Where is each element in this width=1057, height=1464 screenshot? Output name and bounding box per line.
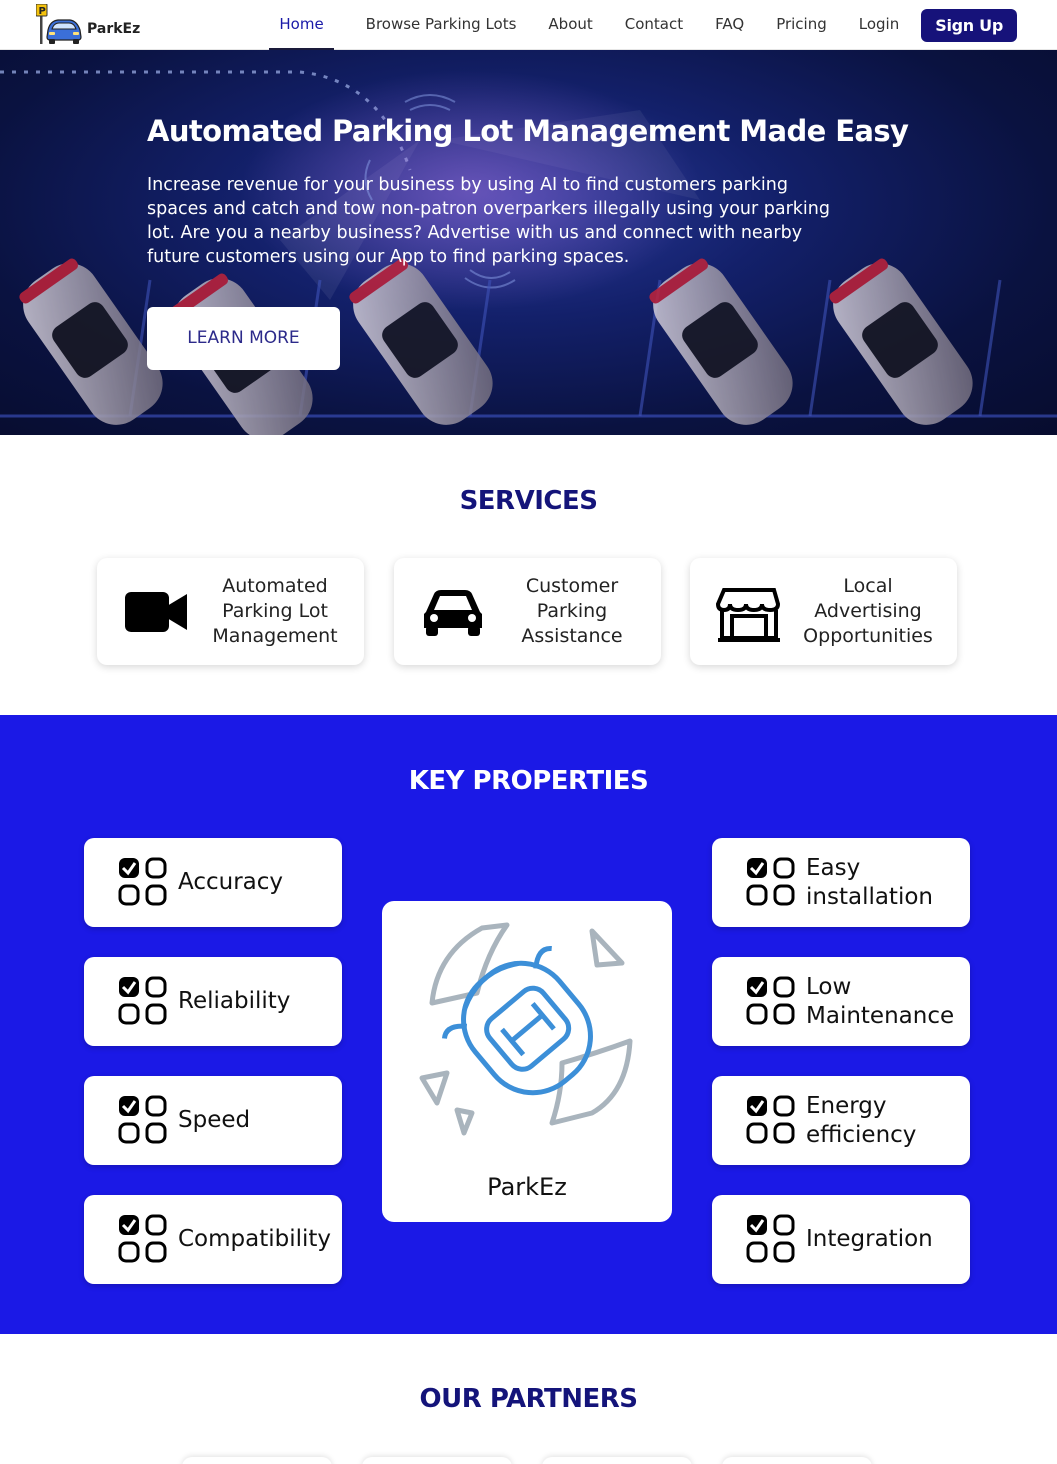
brand-logo[interactable]: P ParkEz — [35, 3, 141, 46]
nav-contact-link[interactable]: Contact — [625, 0, 683, 50]
checklist-icon — [118, 1214, 168, 1264]
checklist-icon — [118, 976, 168, 1026]
property-card-integration: Integration — [712, 1195, 970, 1284]
partner-card — [362, 1457, 512, 1464]
property-label: Accuracy — [178, 869, 284, 895]
property-label: Low Maintenance — [806, 973, 955, 1029]
checklist-icon — [746, 1214, 796, 1264]
property-card-low-maintenance: Low Maintenance — [712, 957, 970, 1046]
services-heading: SERVICES — [459, 486, 598, 516]
hero-description: Increase revenue for your business by us… — [147, 175, 830, 267]
property-label: Easy installation — [806, 854, 933, 910]
top-navbar: P ParkEz Home Browse Parking Lots About … — [0, 0, 1057, 50]
partner-card — [182, 1457, 332, 1464]
signup-button[interactable]: Sign Up — [921, 8, 1017, 42]
property-label: Reliability — [178, 988, 291, 1014]
service-label: Local Advertising Opportunities — [803, 575, 933, 647]
nav-home-link[interactable]: Home — [269, 0, 334, 50]
brand-name: ParkEz — [87, 21, 141, 37]
property-label: Compatibility — [178, 1226, 332, 1252]
property-card-compatibility: Compatibility — [84, 1195, 342, 1284]
checklist-icon — [746, 857, 796, 907]
parking-car-logo-icon: P — [35, 3, 84, 46]
property-card-easy-installation: Easy installation — [712, 838, 970, 927]
car-sensor-illustration-icon — [419, 922, 633, 1136]
nav-about-link[interactable]: About — [548, 0, 592, 50]
property-card-speed: Speed — [84, 1076, 342, 1165]
hero-banner: Automated Parking Lot Management Made Ea… — [0, 50, 1057, 435]
partner-card — [722, 1457, 872, 1464]
property-label: Integration — [806, 1226, 933, 1252]
property-label: Energy efficiency — [806, 1092, 917, 1148]
service-label: Automated Parking Lot Management — [212, 575, 338, 647]
checklist-icon — [118, 1095, 168, 1145]
service-card-customer-assistance[interactable]: Customer Parking Assistance — [394, 558, 661, 665]
parkez-center-card: ParkEz — [382, 901, 672, 1222]
service-card-local-advertising[interactable]: Local Advertising Opportunities — [690, 558, 957, 665]
nav-pricing-link[interactable]: Pricing — [776, 0, 827, 50]
center-card-label: ParkEz — [487, 1173, 567, 1201]
video-camera-icon — [123, 582, 189, 642]
nav-links: Home Browse Parking Lots About Contact F… — [269, 0, 1017, 50]
partner-card — [542, 1457, 692, 1464]
checklist-icon — [746, 1095, 796, 1145]
nav-faq-link[interactable]: FAQ — [715, 0, 744, 50]
svg-text:P: P — [39, 6, 46, 17]
property-card-reliability: Reliability — [84, 957, 342, 1046]
store-icon — [715, 582, 782, 642]
property-label: Speed — [178, 1107, 251, 1133]
car-icon — [420, 582, 486, 642]
checklist-icon — [118, 857, 168, 907]
partners-heading: OUR PARTNERS — [419, 1384, 638, 1414]
property-card-energy-efficiency: Energy efficiency — [712, 1076, 970, 1165]
property-card-accuracy: Accuracy — [84, 838, 342, 927]
nav-login-link[interactable]: Login — [859, 0, 899, 50]
checklist-icon — [746, 976, 796, 1026]
hero-title: Automated Parking Lot Management Made Ea… — [147, 114, 909, 148]
nav-browse-link[interactable]: Browse Parking Lots — [366, 0, 517, 50]
service-card-automated-management[interactable]: Automated Parking Lot Management — [97, 558, 364, 665]
service-label: Customer Parking Assistance — [521, 575, 623, 647]
learn-more-button[interactable]: LEARN MORE — [147, 307, 340, 370]
key-properties-heading: KEY PROPERTIES — [408, 766, 649, 796]
